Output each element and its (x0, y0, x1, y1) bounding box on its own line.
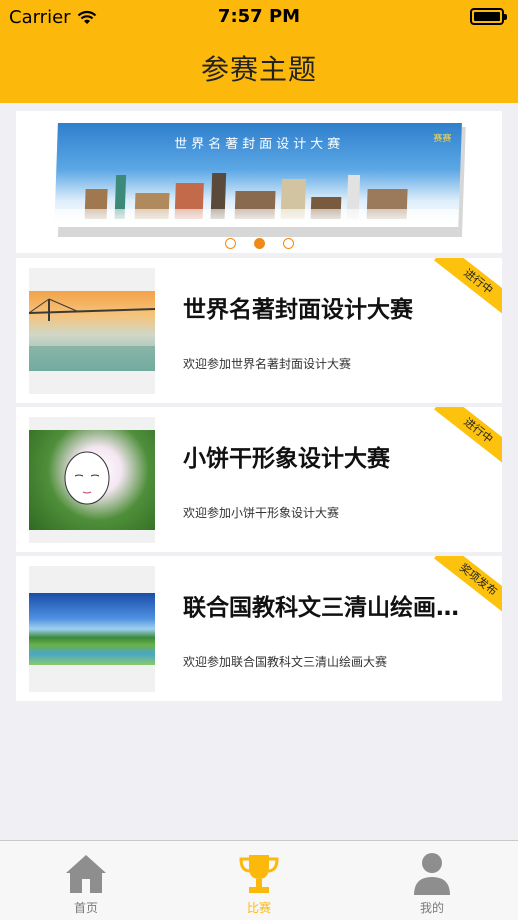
carousel-dot[interactable] (224, 238, 236, 249)
tab-label: 我的 (419, 901, 444, 915)
contest-thumbnail (29, 268, 155, 394)
carousel-indicator (16, 238, 502, 249)
contest-card[interactable]: 联合国教科文三清山绘画… 欢迎参加联合国教科文三清山绘画大赛 奖项发布 (16, 556, 502, 701)
contest-title: 联合国教科文三清山绘画… (183, 595, 459, 621)
tab-label: 首页 (73, 901, 98, 915)
top-bar: Carrier 7:57 PM 参赛主题 (0, 0, 518, 103)
page-title: 参赛主题 (200, 53, 317, 86)
contest-title: 小饼干形象设计大赛 (183, 446, 390, 472)
carousel-dot-active[interactable] (253, 238, 265, 249)
tab-bar: 首页 比赛 我的 (0, 840, 518, 920)
tab-label: 比赛 (246, 901, 271, 915)
contest-thumbnail (29, 566, 155, 692)
banner-carousel[interactable]: 世界名著封面设计大赛 赛赛 (16, 111, 502, 253)
home-icon (66, 855, 106, 893)
landscape-image (29, 593, 155, 665)
banner-title: 世界名著封面设计大赛 (173, 137, 345, 152)
contest-description: 欢迎参加联合国教科文三清山绘画大赛 (183, 655, 388, 669)
tab-mine[interactable]: 我的 (382, 841, 482, 920)
contest-thumbnail (29, 417, 155, 543)
status-bar: Carrier 7:57 PM (0, 0, 518, 34)
banner-image[interactable]: 世界名著封面设计大赛 赛赛 (54, 123, 466, 237)
carousel-dot[interactable] (282, 238, 294, 249)
banner-tag: 赛赛 (433, 134, 452, 144)
contest-title: 世界名著封面设计大赛 (183, 297, 413, 323)
trophy-icon (239, 855, 279, 893)
girl-illustration (64, 451, 110, 505)
contest-description: 欢迎参加小饼干形象设计大赛 (183, 506, 340, 520)
tab-home[interactable]: 首页 (36, 841, 136, 920)
contest-card[interactable]: 小饼干形象设计大赛 欢迎参加小饼干形象设计大赛 进行中 (16, 407, 502, 552)
tab-contest[interactable]: 比赛 (209, 841, 309, 920)
bridge-image (29, 298, 155, 371)
status-time: 7:57 PM (217, 6, 301, 27)
user-icon (414, 853, 450, 895)
contest-description: 欢迎参加世界名著封面设计大赛 (183, 357, 352, 371)
battery-icon (470, 8, 507, 25)
contest-card[interactable]: 世界名著封面设计大赛 欢迎参加世界名著封面设计大赛 进行中 (16, 258, 502, 403)
